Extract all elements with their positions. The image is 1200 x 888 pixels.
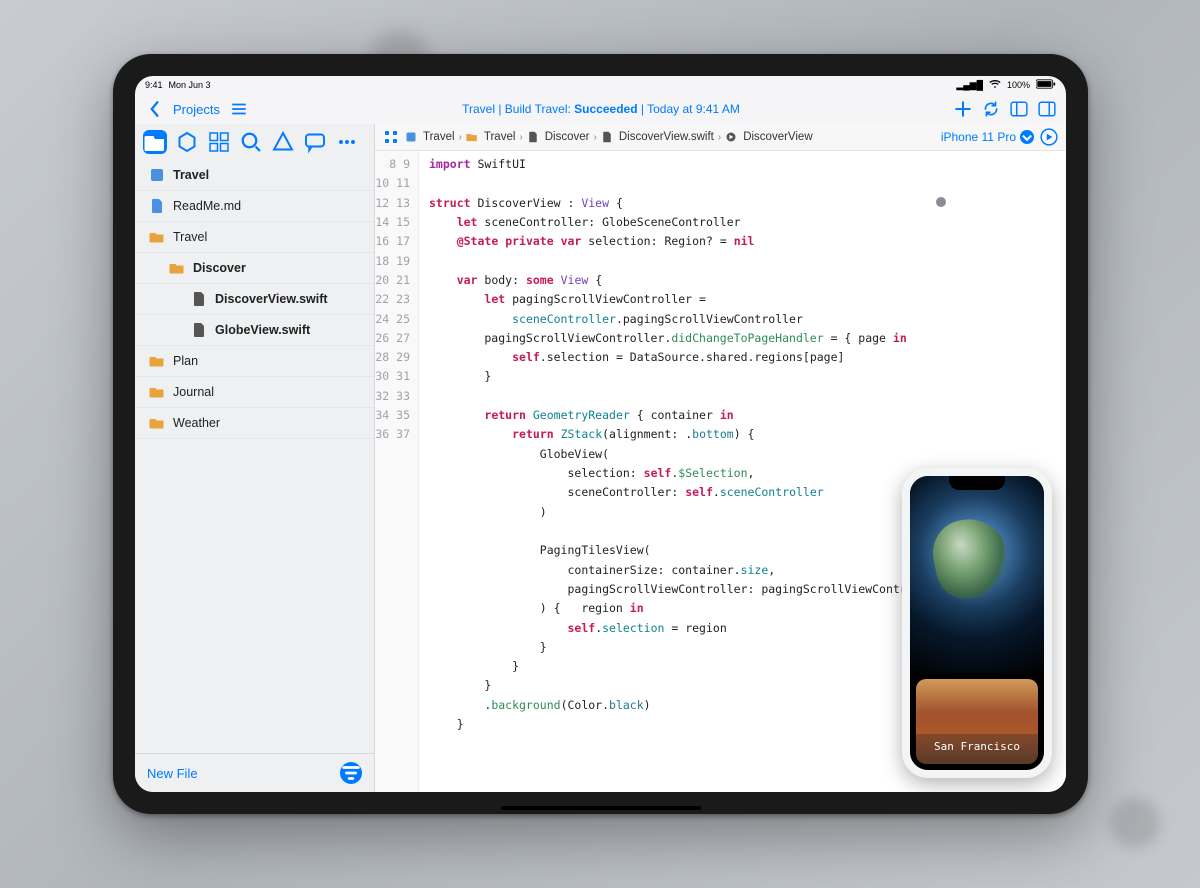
chevron-down-icon bbox=[1020, 130, 1034, 144]
chevron-right-icon: › bbox=[718, 132, 721, 143]
related-items-icon[interactable] bbox=[383, 129, 399, 145]
breadcrumb-segment[interactable]: DiscoverView bbox=[725, 131, 812, 143]
battery-pct: 100% bbox=[1007, 80, 1030, 90]
tree-item-label: Travel bbox=[173, 230, 207, 244]
tree-item-journal[interactable]: Journal bbox=[135, 377, 374, 408]
back-chevron-icon[interactable] bbox=[145, 100, 163, 118]
new-file-button[interactable]: New File bbox=[147, 766, 198, 781]
battery-icon bbox=[1036, 79, 1056, 91]
chevron-right-icon: › bbox=[459, 132, 462, 143]
live-preview[interactable]: San Francisco bbox=[902, 468, 1052, 778]
breadcrumb-segment[interactable]: Discover bbox=[527, 131, 590, 143]
preview-tile[interactable]: San Francisco bbox=[916, 679, 1038, 764]
chat-nav-icon[interactable] bbox=[303, 130, 327, 154]
breadcrumb-label: DiscoverView bbox=[743, 131, 812, 143]
chevron-right-icon: › bbox=[593, 132, 596, 143]
breadcrumb-icon bbox=[527, 131, 539, 143]
wifi-icon bbox=[989, 80, 1001, 91]
tree-item-travel[interactable]: Travel bbox=[135, 222, 374, 253]
tree-item-label: Weather bbox=[173, 416, 220, 430]
tree-item-label: ReadMe.md bbox=[173, 199, 241, 213]
more-nav-icon[interactable] bbox=[335, 130, 359, 154]
plus-icon[interactable] bbox=[954, 100, 972, 118]
breadcrumb-icon bbox=[601, 131, 613, 143]
breadcrumb-label: DiscoverView.swift bbox=[619, 131, 714, 143]
build-status: Travel | Build Travel: Succeeded | Today… bbox=[462, 102, 740, 116]
tree-item-label: GlobeView.swift bbox=[215, 323, 310, 337]
folder-icon bbox=[149, 384, 165, 400]
breadcrumb-label: Travel bbox=[484, 131, 516, 143]
tree-item-label: Journal bbox=[173, 385, 214, 399]
file-md-icon bbox=[149, 198, 165, 214]
back-label[interactable]: Projects bbox=[173, 102, 220, 117]
status-date: Mon Jun 3 bbox=[169, 80, 211, 90]
breadcrumb-icon bbox=[405, 131, 417, 143]
issues-nav-icon[interactable] bbox=[271, 130, 295, 154]
run-button-icon[interactable] bbox=[1040, 128, 1058, 146]
tree-item-readme-md[interactable]: ReadMe.md bbox=[135, 191, 374, 222]
code-area[interactable]: 8 9 10 11 12 13 14 15 16 17 18 19 20 21 … bbox=[375, 151, 1066, 792]
breadcrumbs[interactable]: Travel›Travel›Discover›DiscoverView.swif… bbox=[405, 131, 935, 143]
device-selector[interactable]: iPhone 11 Pro bbox=[941, 130, 1034, 144]
breadcrumb-label: Travel bbox=[423, 131, 455, 143]
minimap-dot bbox=[936, 197, 946, 207]
ipad-frame: 9:41 Mon Jun 3 ▂▄▆█ 100% Projects bbox=[113, 54, 1088, 814]
cellular-icon: ▂▄▆█ bbox=[956, 80, 983, 91]
phone-notch bbox=[949, 476, 1005, 490]
preview-tile-label: San Francisco bbox=[934, 738, 1020, 756]
status-bar: 9:41 Mon Jun 3 ▂▄▆█ 100% bbox=[135, 76, 1066, 94]
workspace: Travel ReadMe.md Travel Discover DiscoverVi… bbox=[135, 124, 1066, 792]
app-icon bbox=[149, 167, 165, 183]
list-icon[interactable] bbox=[230, 100, 248, 118]
search-nav-icon[interactable] bbox=[239, 130, 263, 154]
file-tree[interactable]: Travel ReadMe.md Travel Discover DiscoverVi… bbox=[135, 160, 374, 753]
panel-right-icon[interactable] bbox=[1038, 100, 1056, 118]
chevron-right-icon: › bbox=[519, 132, 522, 143]
tree-root[interactable]: Travel bbox=[135, 160, 374, 191]
tree-item-label: Plan bbox=[173, 354, 198, 368]
screen: 9:41 Mon Jun 3 ▂▄▆█ 100% Projects bbox=[135, 76, 1066, 792]
toolbar: Projects Travel | Build Travel: Succeede… bbox=[135, 94, 1066, 124]
device-label: iPhone 11 Pro bbox=[941, 130, 1016, 144]
panel-left-icon[interactable] bbox=[1010, 100, 1028, 118]
folder-icon bbox=[149, 415, 165, 431]
tree-root-label: Travel bbox=[173, 168, 209, 182]
breadcrumb-icon bbox=[725, 131, 737, 143]
breadcrumb-segment[interactable]: DiscoverView.swift bbox=[601, 131, 714, 143]
globe-view-preview bbox=[910, 476, 1044, 673]
folder-icon bbox=[169, 260, 185, 276]
navigator-tabs bbox=[135, 124, 374, 160]
grid-nav-icon[interactable] bbox=[207, 130, 231, 154]
filter-icon[interactable] bbox=[340, 762, 362, 784]
breadcrumb-segment[interactable]: Travel bbox=[466, 131, 516, 143]
tree-item-weather[interactable]: Weather bbox=[135, 408, 374, 439]
tree-item-label: Discover bbox=[193, 261, 246, 275]
editor-context-bar: Travel›Travel›Discover›DiscoverView.swif… bbox=[375, 124, 1066, 151]
breadcrumb-label: Discover bbox=[545, 131, 590, 143]
tree-item-globeview-swift[interactable]: GlobeView.swift bbox=[135, 315, 374, 346]
file-swift-icon bbox=[191, 322, 207, 338]
tree-item-discover[interactable]: Discover bbox=[135, 253, 374, 284]
folder-icon bbox=[149, 229, 165, 245]
tree-item-discoverview-swift[interactable]: DiscoverView.swift bbox=[135, 284, 374, 315]
tree-item-label: DiscoverView.swift bbox=[215, 292, 328, 306]
navigator-sidebar: Travel ReadMe.md Travel Discover DiscoverVi… bbox=[135, 124, 375, 792]
breadcrumb-icon bbox=[466, 131, 478, 143]
breadcrumb-segment[interactable]: Travel bbox=[405, 131, 455, 143]
file-swift-icon bbox=[191, 291, 207, 307]
line-gutter: 8 9 10 11 12 13 14 15 16 17 18 19 20 21 … bbox=[375, 151, 419, 792]
refresh-icon[interactable] bbox=[982, 100, 1000, 118]
tree-item-plan[interactable]: Plan bbox=[135, 346, 374, 377]
editor: Travel›Travel›Discover›DiscoverView.swif… bbox=[375, 124, 1066, 792]
folder-icon bbox=[149, 353, 165, 369]
sidebar-footer: New File bbox=[135, 753, 374, 792]
cube-nav-icon[interactable] bbox=[175, 130, 199, 154]
status-time: 9:41 bbox=[145, 80, 163, 90]
project-nav-icon[interactable] bbox=[143, 130, 167, 154]
